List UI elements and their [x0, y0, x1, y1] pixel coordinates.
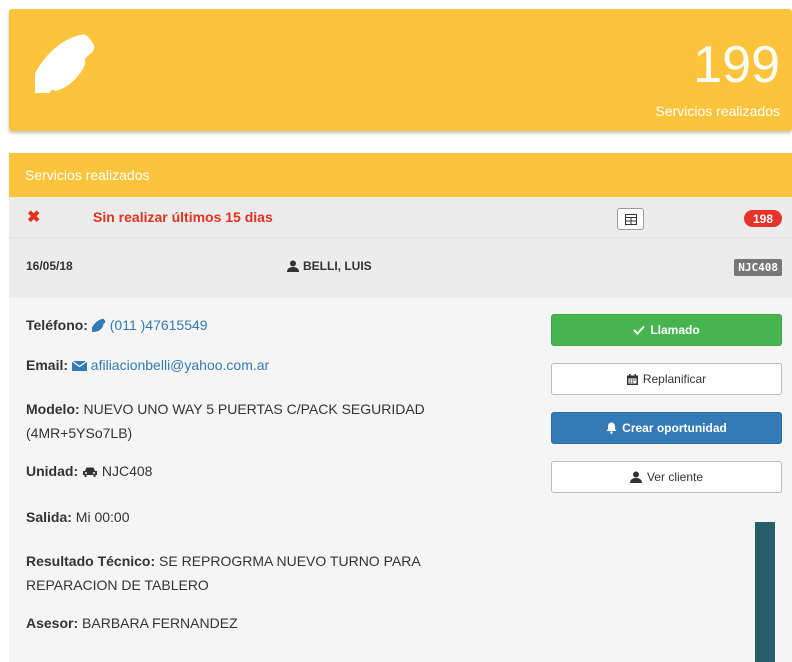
- email-field: Email: afiliacionbelli@yahoo.com.ar: [26, 353, 546, 377]
- technical-result-value: SE REPROGRMA NUEVO TURNO PARA: [159, 553, 421, 569]
- phone-icon: [35, 34, 95, 93]
- phone-small-icon: [91, 318, 106, 332]
- filter-row: ✖ Sin realizar últimos 15 dias 198: [9, 197, 792, 238]
- technical-result-label: Resultado Técnico:: [26, 553, 156, 569]
- car-icon: [83, 467, 97, 477]
- pending-count-badge: 198: [744, 210, 782, 227]
- crear-oportunidad-label: Crear oportunidad: [622, 421, 727, 435]
- record-client: BELLI, LUIS: [287, 259, 372, 273]
- unit-value: NJC408: [101, 463, 153, 479]
- services-stat-card: 199 Servicios realizados: [9, 9, 792, 131]
- ver-cliente-button[interactable]: Ver cliente: [551, 461, 782, 493]
- phone-field: Teléfono: (011 )47615549: [26, 313, 546, 337]
- table-icon: [624, 213, 637, 225]
- ver-cliente-label: Ver cliente: [646, 470, 704, 484]
- departure-value: Mi 00:00: [75, 509, 130, 525]
- llamado-button[interactable]: Llamado: [551, 314, 782, 346]
- model-label: Modelo:: [26, 401, 80, 417]
- departure-field: Salida: Mi 00:00: [26, 505, 546, 529]
- calendar-icon: [626, 373, 638, 385]
- table-view-button[interactable]: [617, 208, 644, 230]
- model-value: NUEVO UNO WAY 5 PUERTAS C/PACK SEGURIDAD: [83, 401, 425, 417]
- filter-title: Sin realizar últimos 15 dias: [93, 209, 273, 225]
- bell-icon: [606, 422, 617, 434]
- scroll-handle[interactable]: [755, 522, 775, 662]
- services-count-label: Servicios realizados: [655, 103, 781, 119]
- record-date: 16/05/18: [26, 259, 73, 273]
- check-icon: [633, 325, 646, 335]
- advisor-field: Asesor: BARBARA FERNANDEZ: [26, 611, 546, 635]
- email-label: Email:: [26, 357, 69, 373]
- replanificar-button[interactable]: Replanificar: [551, 363, 782, 395]
- envelope-icon: [71, 360, 87, 371]
- plate-badge: NJC408: [734, 259, 782, 276]
- client-name: BELLI, LUIS: [303, 259, 372, 273]
- advisor-value: BARBARA FERNANDEZ: [82, 615, 238, 631]
- unit-field: Unidad: NJC408: [26, 459, 546, 483]
- phone-label: Teléfono:: [26, 317, 88, 333]
- technical-result-field: Resultado Técnico: SE REPROGRMA NUEVO TU…: [26, 549, 546, 597]
- model-code: (4MR+5YSo7LB): [26, 425, 133, 441]
- unit-label: Unidad:: [26, 463, 79, 479]
- record-meta-row: 16/05/18 BELLI, LUIS NJC408: [9, 238, 792, 298]
- replanificar-label: Replanificar: [642, 372, 707, 386]
- crear-oportunidad-button[interactable]: Crear oportunidad: [551, 412, 782, 444]
- user-icon: [629, 471, 642, 483]
- user-icon: [287, 260, 299, 272]
- times-icon[interactable]: ✖: [27, 207, 40, 227]
- services-count: 199: [693, 36, 780, 94]
- technical-result-value-2: REPARACION DE TABLERO: [26, 577, 209, 593]
- email-link[interactable]: afiliacionbelli@yahoo.com.ar: [91, 357, 269, 373]
- phone-link[interactable]: (011 )47615549: [110, 317, 208, 333]
- panel-heading: Servicios realizados: [9, 153, 792, 197]
- advisor-label: Asesor:: [26, 615, 79, 631]
- llamado-label: Llamado: [650, 323, 700, 337]
- departure-label: Salida:: [26, 509, 72, 525]
- model-field: Modelo: NUEVO UNO WAY 5 PUERTAS C/PACK S…: [26, 397, 546, 445]
- services-panel: Servicios realizados ✖ Sin realizar últi…: [9, 153, 792, 662]
